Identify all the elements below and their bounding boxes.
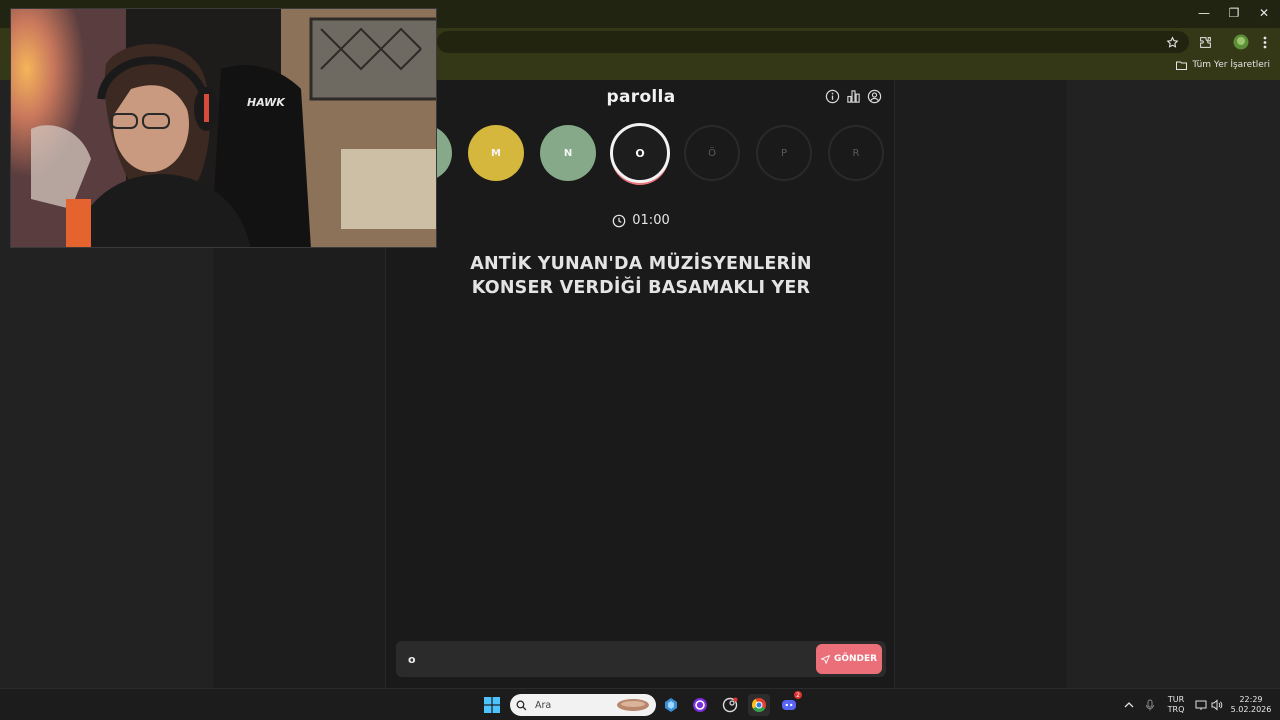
letter-circle: R: [828, 125, 884, 181]
clock-area[interactable]: 22:29 5.02.2026: [1228, 695, 1274, 715]
language-code: TUR: [1167, 695, 1185, 704]
chrome-app-icon[interactable]: [748, 694, 770, 716]
letter-circle: N: [540, 125, 596, 181]
search-icon: [516, 700, 527, 710]
microphone-icon[interactable]: [1139, 694, 1161, 716]
minimize-icon[interactable]: —: [1188, 0, 1220, 26]
steam-app-icon[interactable]: [719, 694, 741, 716]
taskbar-search[interactable]: Ara: [510, 694, 656, 716]
profile-avatar[interactable]: [1232, 33, 1250, 51]
question-line: ANTİK YUNAN'DA MÜZİSYENLERİN: [470, 254, 812, 274]
user-icon[interactable]: [867, 89, 882, 104]
notification-badge: 2: [794, 691, 802, 699]
obs-app-icon[interactable]: [689, 694, 711, 716]
search-highlight-icon: [617, 699, 649, 711]
folder-icon: [1176, 61, 1188, 70]
windows-start-icon[interactable]: [481, 694, 503, 716]
webcam-image: HAWK: [11, 9, 436, 247]
address-bar[interactable]: [437, 31, 1189, 53]
chevron-up-icon[interactable]: [1118, 694, 1140, 716]
extensions-icon[interactable]: [1196, 33, 1214, 51]
background-right-inner: [895, 80, 1067, 688]
star-icon[interactable]: [1163, 33, 1181, 51]
current-letter-circle: O: [610, 123, 670, 183]
volume-icon[interactable]: [1206, 694, 1228, 716]
all-bookmarks-label: Tüm Yer İşaretleri: [1192, 60, 1270, 70]
letter-circle: M: [468, 125, 524, 181]
send-icon: [821, 654, 830, 664]
letter-circle: P: [756, 125, 812, 181]
vscode-app-icon[interactable]: [660, 694, 682, 716]
clock-icon: [612, 214, 626, 227]
app-title: parolla: [606, 87, 676, 107]
menu-icon[interactable]: [1256, 33, 1274, 51]
timer-value: 01:00: [632, 213, 670, 228]
search-placeholder: Ara: [535, 699, 552, 711]
close-icon[interactable]: ✕: [1248, 0, 1280, 26]
question-line: KONSER VERDİĞİ BASAMAKLI YER: [471, 278, 811, 298]
all-bookmarks-button[interactable]: Tüm Yer İşaretleri: [1176, 60, 1270, 70]
clock-time: 22:29: [1239, 695, 1263, 704]
header-icons: [825, 89, 882, 104]
answer-form: GÖNDER: [396, 641, 886, 677]
answer-input[interactable]: [408, 651, 798, 667]
timer: 01:00: [386, 213, 896, 228]
send-button-label: GÖNDER: [833, 654, 878, 664]
game-panel: parolla M N O Ö P R 01:00 ANTİK YUNAN'DA…: [385, 80, 895, 688]
restore-icon[interactable]: ❐: [1218, 0, 1250, 26]
info-icon[interactable]: [825, 89, 840, 104]
taskbar: Ara 2 TUR TRQ 22:29 5.02.2026: [0, 688, 1280, 720]
keyboard-layout: TRQ: [1167, 705, 1185, 714]
question-text: ANTİK YUNAN'DA MÜZİSYENLERİN KONSER VERD…: [426, 252, 856, 300]
stats-icon[interactable]: [846, 89, 861, 104]
send-button[interactable]: GÖNDER: [816, 644, 882, 674]
clock-date: 5.02.2026: [1230, 705, 1272, 714]
webcam-overlay: HAWK: [10, 8, 437, 248]
language-indicator[interactable]: TUR TRQ: [1162, 695, 1190, 715]
discord-app-icon[interactable]: 2: [778, 691, 802, 716]
letter-circle: Ö: [684, 125, 740, 181]
background-right: [1067, 80, 1280, 688]
chair-brand-text: HAWK: [247, 96, 286, 109]
